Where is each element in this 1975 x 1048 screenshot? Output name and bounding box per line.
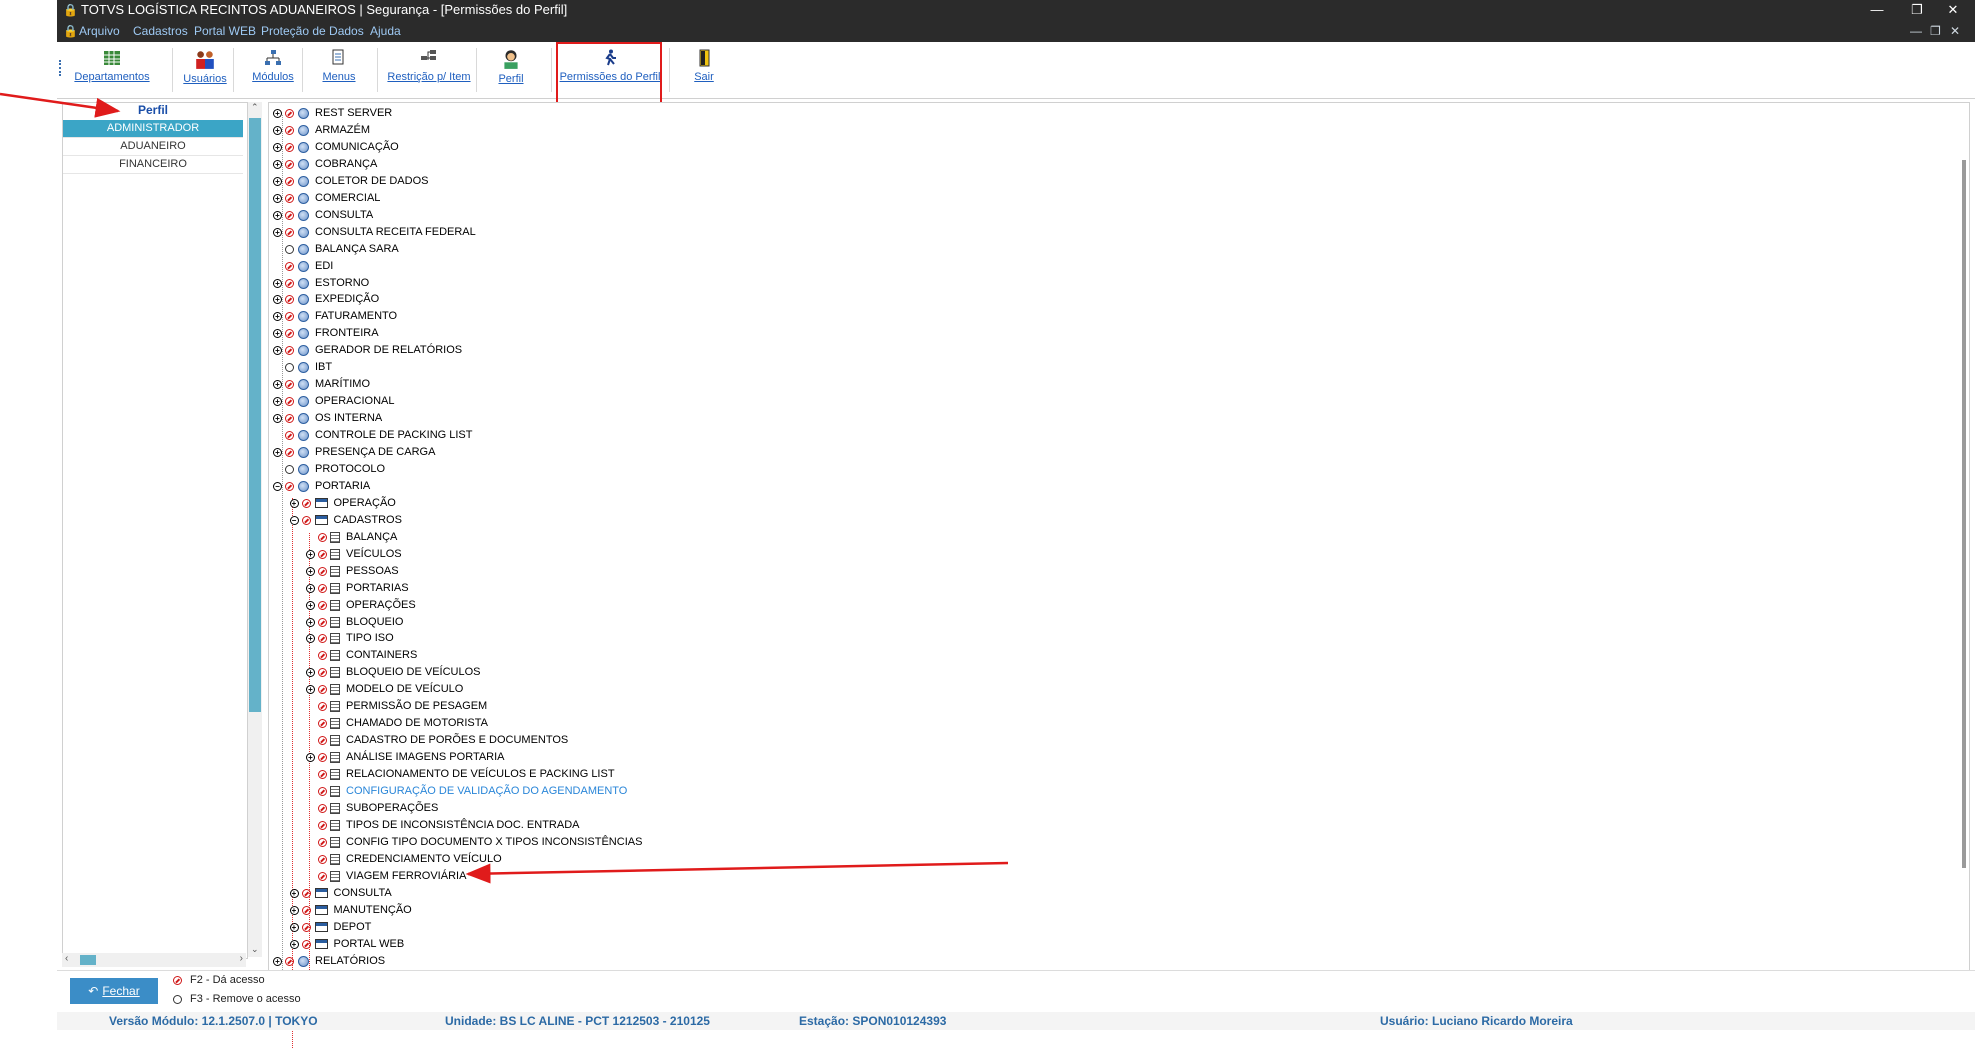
legend-grant: F2 - Dá acesso (173, 974, 265, 986)
status-bar: Versão Módulo: 12.1.2507.0 | TOKYO Unida… (57, 1012, 1975, 1030)
fechar-button[interactable]: ↶ Fechar (70, 978, 158, 1004)
status-unit: Unidade: BS LC ALINE - PCT 1212503 - 210… (445, 1014, 710, 1028)
status-station: Estação: SPON010124393 (799, 1014, 947, 1028)
arrow-to-viagem-ferroviaria (465, 861, 1009, 884)
bottom-bar (57, 970, 1975, 1013)
back-arrow-icon: ↶ (88, 984, 99, 998)
empty-check-icon (173, 994, 182, 1004)
status-version: Versão Módulo: 12.1.2507.0 | TOKYO (109, 1014, 318, 1028)
arrow-to-perfil (0, 92, 121, 118)
legend-remove: F3 - Remove o acesso (173, 993, 301, 1005)
legend-grant-text: F2 - Dá acesso (190, 974, 265, 986)
granted-check-icon (173, 975, 182, 985)
annotation-arrows (0, 92, 1009, 992)
legend-remove-text: F3 - Remove o acesso (190, 993, 301, 1005)
fechar-label: Fechar (102, 984, 140, 998)
status-user: Usuário: Luciano Ricardo Moreira (1380, 1014, 1573, 1028)
